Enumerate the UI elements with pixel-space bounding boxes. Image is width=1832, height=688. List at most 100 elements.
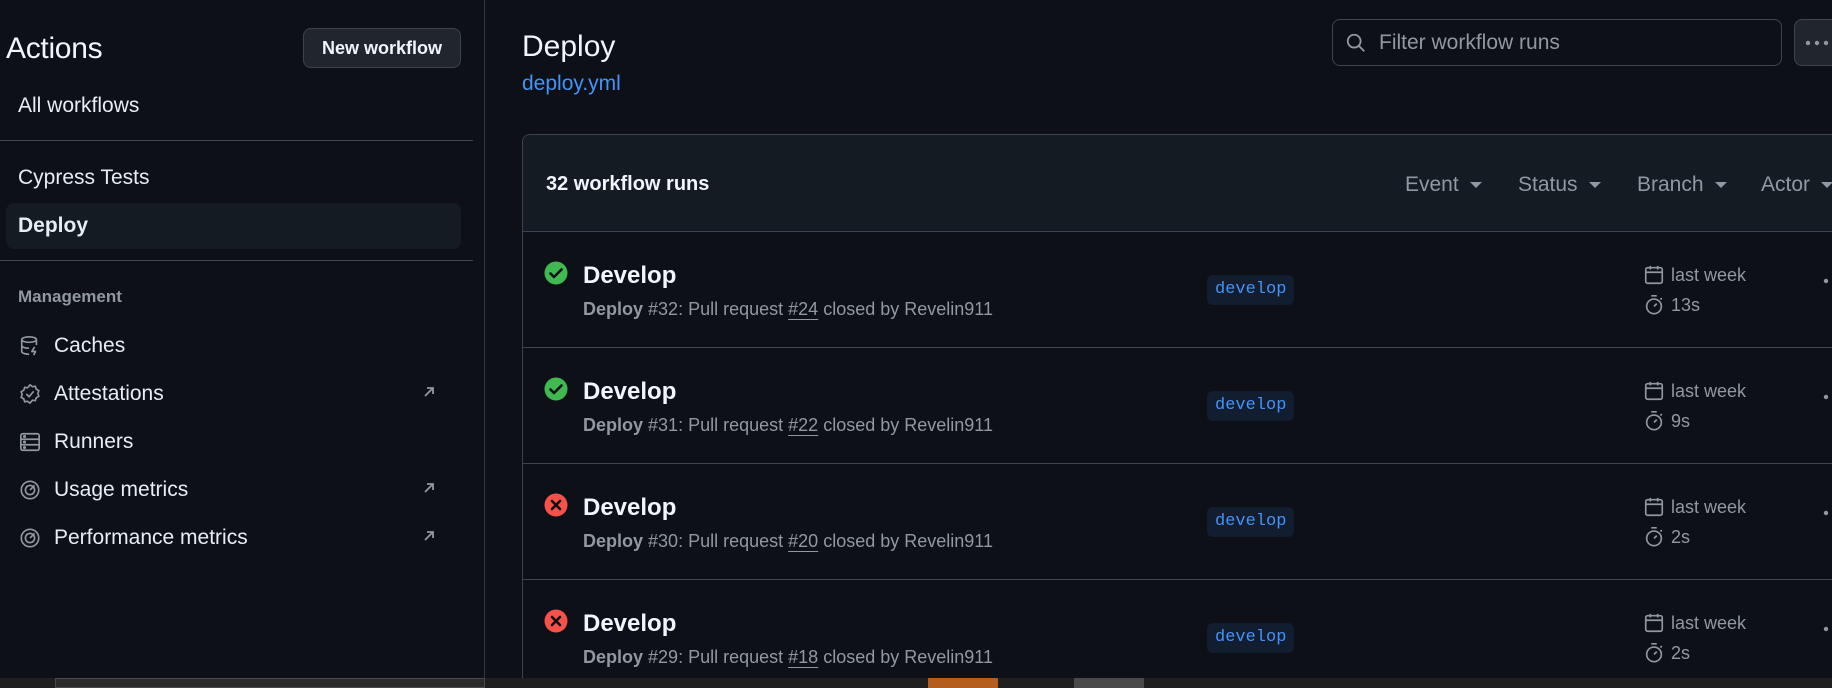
branch-label[interactable]: develop	[1207, 391, 1295, 421]
runs-list-header: 32 workflow runs Event Status Branch Act…	[523, 135, 1832, 232]
os-taskbar	[0, 678, 1832, 688]
kebab-horizontal-icon[interactable]	[1823, 626, 1832, 646]
filter-status-label: Status	[1518, 173, 1578, 196]
run-workflow-name: Deploy	[583, 531, 644, 551]
branch-label[interactable]: develop	[1207, 623, 1295, 653]
server-icon	[18, 430, 42, 454]
calendar-icon	[1643, 380, 1671, 402]
run-workflow-name: Deploy	[583, 299, 644, 319]
check-circle-icon	[544, 261, 568, 285]
external-link-icon	[421, 384, 441, 404]
run-title-link[interactable]: Develop	[583, 378, 676, 406]
nav-performance-metrics[interactable]: Performance metrics	[6, 515, 461, 561]
page-title: Deploy	[522, 30, 616, 63]
run-time: last week	[1643, 380, 1746, 402]
nav-performance-metrics-label: Performance metrics	[54, 526, 248, 549]
nav-caches-label: Caches	[54, 334, 126, 357]
run-meta: Deploy #32: Pull request #24 closed by R…	[583, 299, 993, 320]
nav-all-workflows[interactable]: All workflows	[6, 83, 461, 129]
caret-down-icon	[1714, 182, 1727, 188]
branch-label[interactable]: develop	[1207, 507, 1295, 537]
nav-runners-label: Runners	[54, 430, 134, 453]
run-duration-text: 2s	[1671, 526, 1691, 547]
more-options-button[interactable]	[1794, 19, 1832, 66]
sidebar-divider	[0, 140, 473, 141]
run-time: last week	[1643, 264, 1746, 286]
filter-branch-dropdown[interactable]: Branch	[1637, 173, 1727, 197]
workflow-file-link[interactable]: deploy.yml	[522, 72, 621, 96]
run-title-link[interactable]: Develop	[583, 610, 676, 638]
filter-actor-dropdown[interactable]: Actor	[1761, 173, 1832, 197]
meter-icon	[18, 478, 42, 502]
stopwatch-icon	[1643, 410, 1671, 432]
x-circle-icon	[544, 493, 568, 517]
taskbar-window-preview[interactable]	[55, 678, 485, 688]
nav-runners[interactable]: Runners	[6, 419, 461, 465]
kebab-horizontal-icon[interactable]	[1823, 278, 1832, 298]
run-meta: Deploy #31: Pull request #22 closed by R…	[583, 415, 993, 436]
external-link-icon	[421, 480, 441, 500]
run-when-text: last week	[1671, 612, 1747, 633]
filter-event-dropdown[interactable]: Event	[1405, 173, 1482, 197]
meter-icon	[18, 526, 42, 550]
pull-request-link[interactable]: #24	[788, 299, 818, 319]
run-title-link[interactable]: Develop	[583, 262, 676, 290]
workflow-run-row[interactable]: Develop Deploy #30: Pull request #20 clo…	[523, 464, 1832, 580]
workflow-runs-list: 32 workflow runs Event Status Branch Act…	[522, 134, 1832, 688]
calendar-icon	[1643, 496, 1671, 518]
pull-request-link[interactable]: #18	[788, 647, 818, 667]
run-title-link[interactable]: Develop	[583, 494, 676, 522]
kebab-horizontal-icon[interactable]	[1823, 510, 1832, 530]
run-event-text: : Pull request	[678, 531, 789, 551]
branch-label[interactable]: develop	[1207, 275, 1295, 305]
run-meta: Deploy #29: Pull request #18 closed by R…	[583, 647, 993, 668]
database-icon	[18, 334, 42, 358]
pull-request-link[interactable]: #20	[788, 531, 818, 551]
calendar-icon	[1643, 612, 1671, 634]
run-duration: 2s	[1643, 526, 1690, 548]
workflow-run-row[interactable]: Develop Deploy #31: Pull request #22 clo…	[523, 348, 1832, 464]
verified-icon	[18, 382, 42, 406]
sidebar-header: Actions New workflow	[6, 28, 461, 70]
run-time: last week	[1643, 612, 1746, 634]
run-workflow-name: Deploy	[583, 415, 644, 435]
nav-workflow-deploy[interactable]: Deploy	[6, 203, 461, 249]
x-circle-icon	[544, 609, 568, 633]
run-meta: Deploy #30: Pull request #20 closed by R…	[583, 531, 993, 552]
caret-down-icon	[1469, 182, 1482, 188]
kebab-horizontal-icon	[1805, 40, 1829, 46]
filter-status-dropdown[interactable]: Status	[1518, 173, 1601, 197]
kebab-horizontal-icon[interactable]	[1823, 394, 1832, 414]
search-icon	[1345, 32, 1367, 54]
calendar-icon	[1643, 264, 1671, 286]
nav-attestations-label: Attestations	[54, 382, 164, 405]
nav-usage-metrics[interactable]: Usage metrics	[6, 467, 461, 513]
run-event-text: : Pull request	[678, 647, 789, 667]
run-duration-text: 9s	[1671, 410, 1691, 431]
run-time: last week	[1643, 496, 1746, 518]
main-content: Deploy deploy.yml 32 workflow runs Event…	[486, 0, 1832, 688]
taskbar-app-button[interactable]	[1074, 678, 1144, 688]
management-section-label: Management	[18, 287, 122, 306]
run-duration-text: 2s	[1671, 642, 1691, 663]
run-number: #32	[648, 299, 679, 319]
run-event-text: : Pull request	[678, 415, 789, 435]
taskbar-app-button[interactable]	[928, 678, 998, 688]
workflow-run-row[interactable]: Develop Deploy #29: Pull request #18 clo…	[523, 580, 1832, 688]
runs-count: 32 workflow runs	[546, 173, 710, 195]
stopwatch-icon	[1643, 526, 1671, 548]
external-link-icon	[421, 528, 441, 548]
filter-runs-input[interactable]	[1379, 30, 1759, 55]
filter-runs-field[interactable]	[1332, 19, 1782, 66]
run-duration-text: 13s	[1671, 294, 1701, 315]
pull-request-link[interactable]: #22	[788, 415, 818, 435]
check-circle-icon	[544, 377, 568, 401]
sidebar-title: Actions	[6, 32, 103, 65]
nav-attestations[interactable]: Attestations	[6, 371, 461, 417]
workflow-run-row[interactable]: Develop Deploy #32: Pull request #24 clo…	[523, 232, 1832, 348]
caret-down-icon	[1821, 182, 1832, 188]
new-workflow-button[interactable]: New workflow	[302, 28, 461, 68]
nav-workflow-cypress-tests[interactable]: Cypress Tests	[6, 155, 461, 201]
run-number: #29	[648, 647, 679, 667]
nav-caches[interactable]: Caches	[6, 323, 461, 369]
